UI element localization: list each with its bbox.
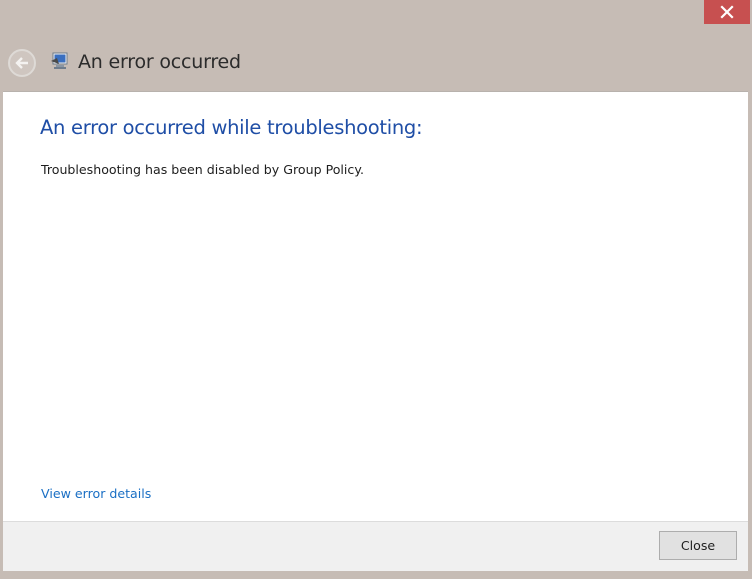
content-panel: An error occurred while troubleshooting:… [3,91,748,521]
window-title: An error occurred [78,51,241,73]
back-button[interactable] [8,49,36,77]
view-error-details-link[interactable]: View error details [41,486,151,501]
troubleshooter-icon [50,52,70,70]
troubleshooter-window: An error occurred An error occurred whil… [0,0,752,579]
window-close-button[interactable] [704,0,750,24]
error-heading: An error occurred while troubleshooting: [40,116,423,139]
error-message: Troubleshooting has been disabled by Gro… [41,162,365,177]
footer-bar: Close [3,521,748,571]
close-button[interactable]: Close [659,531,737,560]
back-arrow-icon [15,57,28,69]
close-icon [720,5,734,19]
